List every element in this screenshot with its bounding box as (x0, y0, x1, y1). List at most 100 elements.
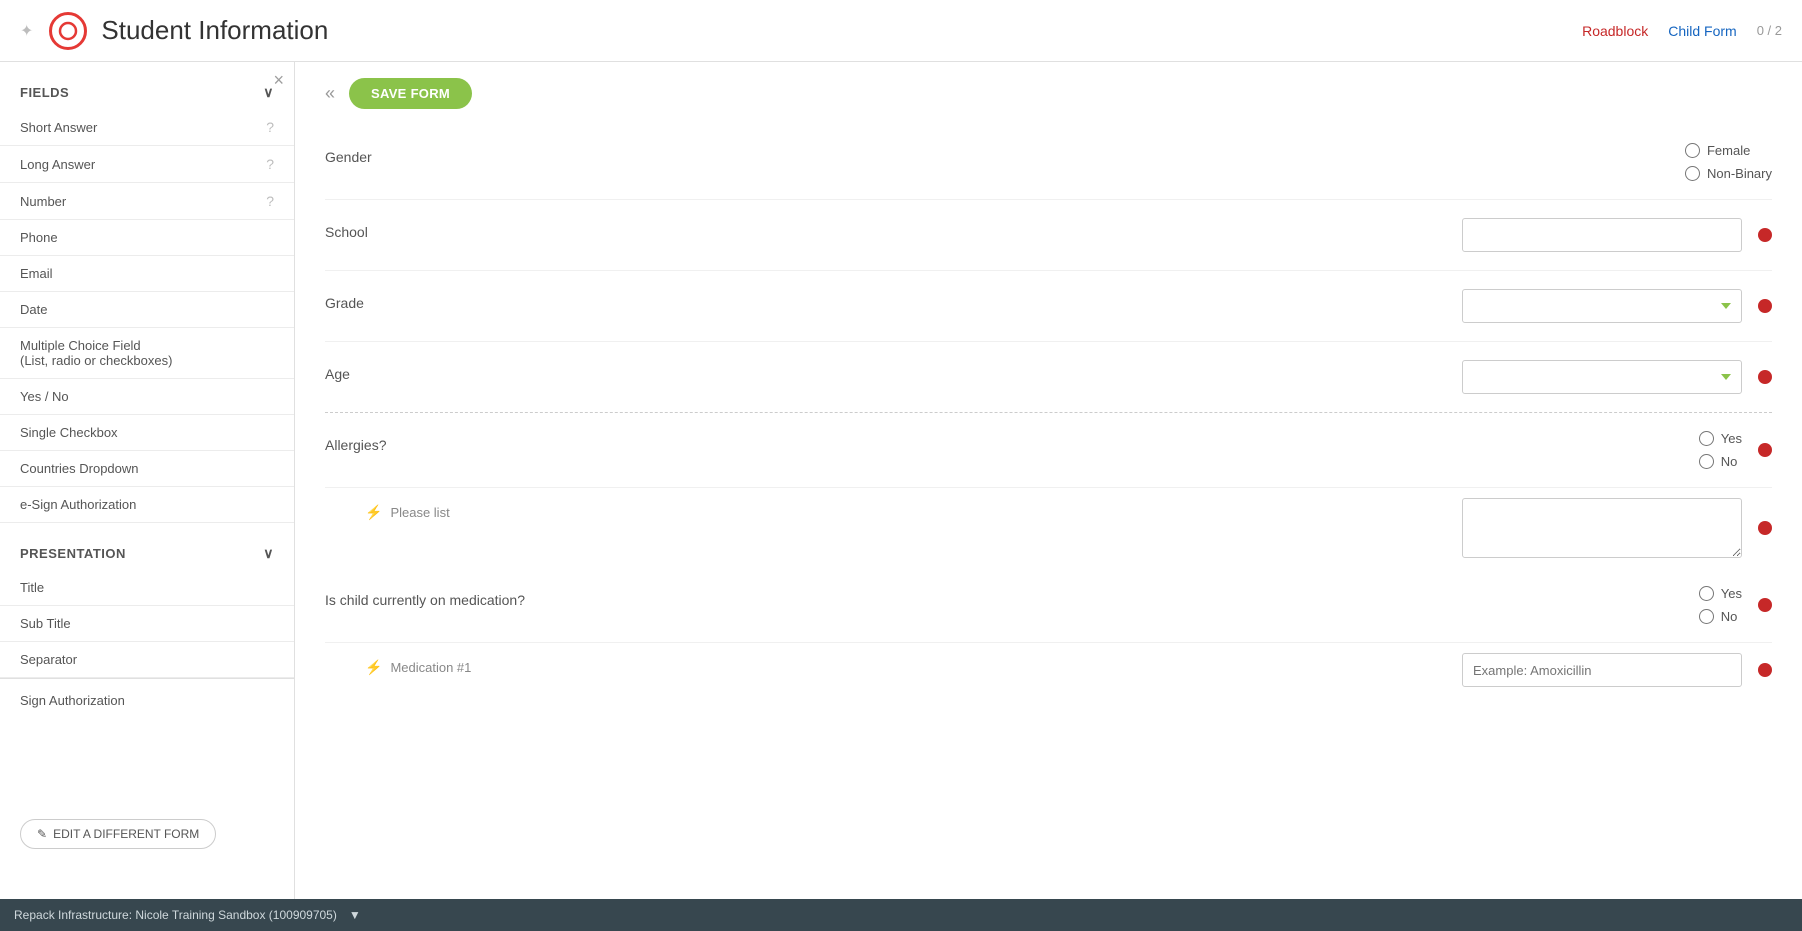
please-list-required-dot (1758, 521, 1772, 535)
allergies-field-content: Yes No (545, 431, 1772, 469)
sidebar-item-label: Long Answer (20, 157, 95, 172)
save-form-button[interactable]: SAVE FORM (349, 78, 472, 109)
collapse-button[interactable]: « (325, 83, 335, 104)
please-list-textarea[interactable] (1462, 498, 1742, 558)
allergies-row: Allergies? Yes No (325, 413, 1772, 488)
close-icon[interactable]: × (273, 70, 284, 91)
please-list-input-row (1462, 498, 1772, 558)
medication-field-content: Yes No (545, 586, 1772, 624)
bolt-icon: ✦ (20, 21, 33, 41)
please-list-text: Please list (390, 505, 449, 520)
sidebar-item-label: Countries Dropdown (20, 461, 139, 476)
presentation-section-header: PRESENTATION ∨ (0, 533, 294, 570)
sidebar-item-multiple-choice[interactable]: Multiple Choice Field(List, radio or che… (0, 328, 294, 379)
medication1-input[interactable] (1462, 653, 1742, 687)
main-layout: × FIELDS ∨ Short Answer ? Long Answer ? … (0, 62, 1802, 899)
edit-form-button[interactable]: ✎ EDIT A DIFFERENT FORM (20, 819, 216, 849)
allergies-yes-label: Yes (1721, 431, 1742, 446)
medication-yes-radio[interactable] (1699, 586, 1714, 601)
sidebar-item-number[interactable]: Number ? (0, 183, 294, 220)
gender-field-content: Female Non-Binary (545, 143, 1772, 181)
sidebar-item-label: Single Checkbox (20, 425, 118, 440)
toolbar: « SAVE FORM (295, 62, 1802, 125)
fields-chevron[interactable]: ∨ (263, 84, 274, 101)
sidebar-item-phone[interactable]: Phone (0, 220, 294, 256)
roadblock-link[interactable]: Roadblock (1582, 23, 1648, 39)
medication-required-dot (1758, 598, 1772, 612)
bolt-icon: ⚡ (365, 504, 382, 521)
sign-authorization-section[interactable]: Sign Authorization (0, 678, 294, 722)
sidebar-item-long-answer[interactable]: Long Answer ? (0, 146, 294, 183)
sidebar-item-subtitle[interactable]: Sub Title (0, 606, 294, 642)
age-input-row (545, 360, 1772, 394)
school-field-content (545, 218, 1772, 252)
age-field-content (545, 360, 1772, 394)
sidebar-item-label: Email (20, 266, 53, 281)
allergies-no-radio[interactable] (1699, 454, 1714, 469)
sidebar-item-date[interactable]: Date (0, 292, 294, 328)
gender-nonbinary-radio[interactable] (1685, 166, 1700, 181)
medication1-required-dot (1758, 663, 1772, 677)
child-form-link[interactable]: Child Form (1668, 23, 1736, 39)
school-input[interactable] (1462, 218, 1742, 252)
gender-nonbinary-option[interactable]: Non-Binary (1685, 166, 1772, 181)
edit-form-label: EDIT A DIFFERENT FORM (53, 827, 199, 841)
sidebar-item-separator[interactable]: Separator (0, 642, 294, 678)
logo-circle (49, 12, 87, 50)
grade-field-content (545, 289, 1772, 323)
help-icon: ? (266, 193, 274, 209)
medication-radio-group: Yes No (1699, 586, 1742, 624)
allergies-required-dot (1758, 443, 1772, 457)
logo-svg (58, 21, 78, 41)
age-row: Age (325, 342, 1772, 413)
bottom-bar: Repack Infrastructure: Nicole Training S… (0, 899, 1802, 931)
sidebar-item-countries-dropdown[interactable]: Countries Dropdown (0, 451, 294, 487)
presentation-label: PRESENTATION (20, 546, 126, 561)
sidebar-item-title[interactable]: Title (0, 570, 294, 606)
sidebar-item-label: Phone (20, 230, 58, 245)
help-icon: ? (266, 119, 274, 135)
medication-radio-row: Yes No (545, 586, 1772, 624)
sidebar-item-label: Short Answer (20, 120, 97, 135)
sidebar-item-single-checkbox[interactable]: Single Checkbox (0, 415, 294, 451)
please-list-row: ⚡ Please list (325, 488, 1772, 568)
grade-select[interactable] (1462, 289, 1742, 323)
allergies-no-option[interactable]: No (1699, 454, 1738, 469)
sign-auth-label: Sign Authorization (20, 693, 125, 708)
grade-required-dot (1758, 299, 1772, 313)
gender-female-option[interactable]: Female (1685, 143, 1750, 158)
gender-nonbinary-label: Non-Binary (1707, 166, 1772, 181)
app-header: ✦ Student Information Roadblock Child Fo… (0, 0, 1802, 62)
fields-section-header: FIELDS ∨ (0, 72, 294, 109)
allergies-yes-radio[interactable] (1699, 431, 1714, 446)
sidebar-item-email[interactable]: Email (0, 256, 294, 292)
sidebar-item-label: Multiple Choice Field(List, radio or che… (20, 338, 172, 368)
edit-icon: ✎ (37, 827, 47, 841)
school-required-dot (1758, 228, 1772, 242)
sidebar-item-short-answer[interactable]: Short Answer ? (0, 109, 294, 146)
bolt-icon: ⚡ (365, 659, 382, 676)
medication1-text: Medication #1 (390, 660, 471, 675)
sidebar-item-yes-no[interactable]: Yes / No (0, 379, 294, 415)
allergies-label: Allergies? (325, 431, 545, 453)
sidebar-item-label: e-Sign Authorization (20, 497, 136, 512)
medication-row: Is child currently on medication? Yes No (325, 568, 1772, 643)
allergies-yes-option[interactable]: Yes (1699, 431, 1742, 446)
bottom-bar-chevron[interactable]: ▼ (349, 908, 361, 922)
presentation-chevron[interactable]: ∨ (263, 545, 274, 562)
age-required-dot (1758, 370, 1772, 384)
gender-label: Gender (325, 143, 545, 165)
age-select[interactable] (1462, 360, 1742, 394)
gender-female-radio[interactable] (1685, 143, 1700, 158)
medication-no-radio[interactable] (1699, 609, 1714, 624)
sidebar-item-esign[interactable]: e-Sign Authorization (0, 487, 294, 523)
allergies-no-label: No (1721, 454, 1738, 469)
sidebar-item-label: Date (20, 302, 47, 317)
medication-no-option[interactable]: No (1699, 609, 1738, 624)
medication-no-label: No (1721, 609, 1738, 624)
age-label: Age (325, 360, 545, 382)
fields-label: FIELDS (20, 85, 69, 100)
grade-label: Grade (325, 289, 545, 311)
medication-yes-option[interactable]: Yes (1699, 586, 1742, 601)
school-row: School (325, 200, 1772, 271)
